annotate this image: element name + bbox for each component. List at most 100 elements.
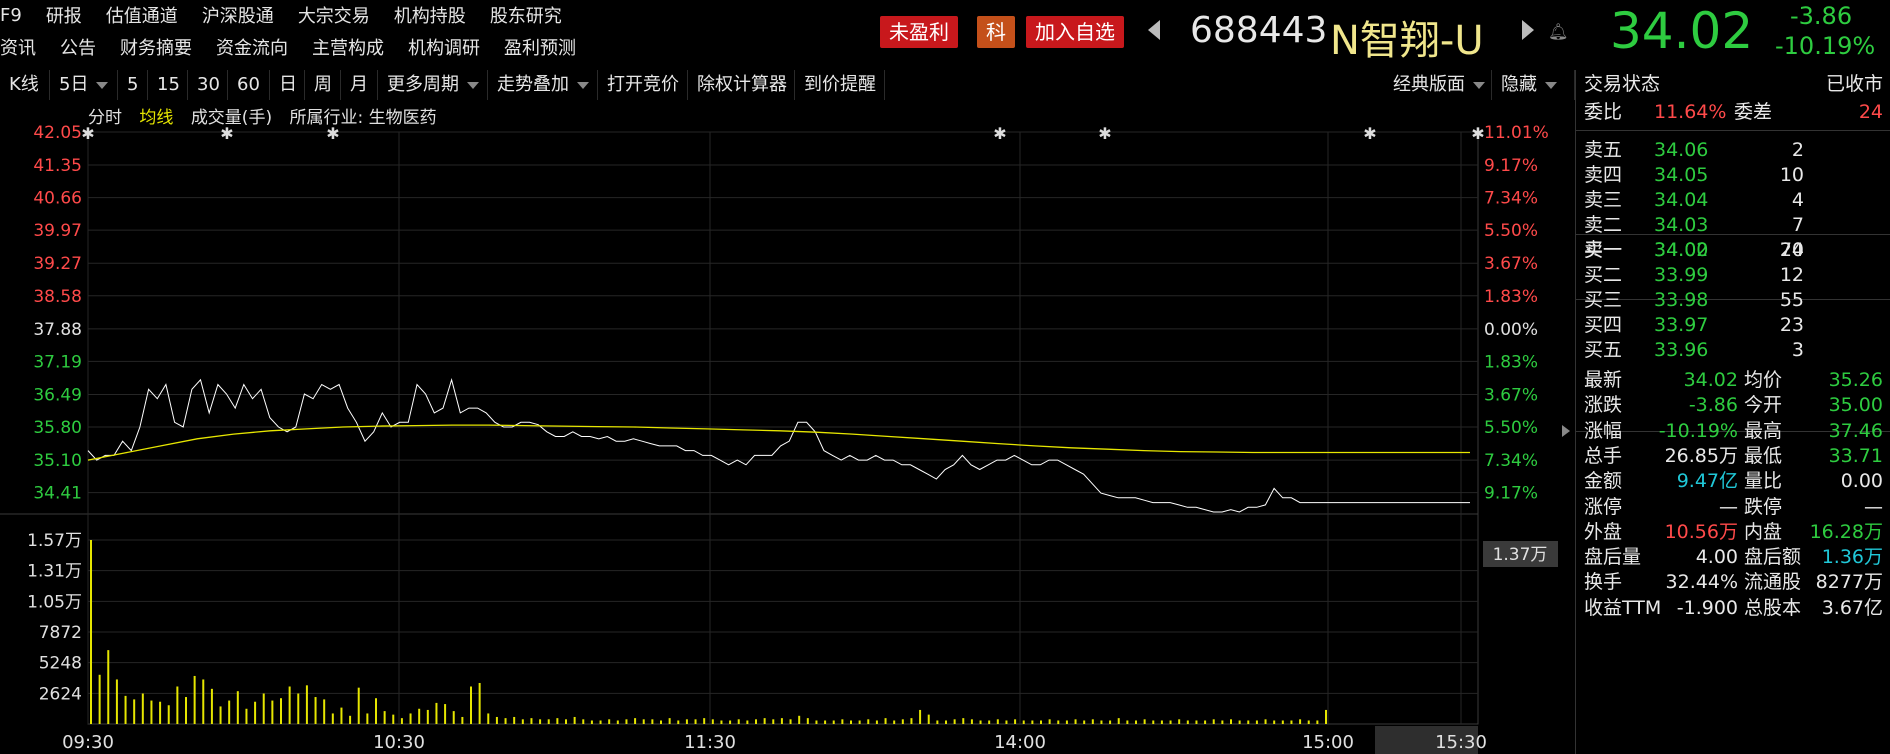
- toolbar-kline[interactable]: K线: [0, 70, 50, 100]
- stat-label: 内盘: [1744, 520, 1783, 543]
- nav-institution-survey[interactable]: 机构调研: [408, 34, 480, 60]
- stat-label: 盘后额: [1744, 546, 1802, 569]
- event-marker-icon[interactable]: ✱: [81, 124, 94, 143]
- toolbar-60min[interactable]: 60: [228, 70, 270, 100]
- bid-price: 33.97: [1654, 314, 1709, 336]
- bid-row: 买四 33.97 23: [1584, 311, 1883, 339]
- toolbar-open-auction[interactable]: 打开竞价: [598, 70, 688, 100]
- bid-price: 33.98: [1654, 289, 1709, 311]
- bid-row: 买五 33.96 3: [1584, 336, 1883, 364]
- ask-label: 卖四: [1584, 164, 1623, 186]
- time-tick-label: 15:00: [1302, 732, 1354, 753]
- nav-shareholder-research[interactable]: 股东研究: [490, 2, 562, 28]
- toolbar-hide-dropdown[interactable]: 隐藏: [1492, 70, 1575, 100]
- price-tick-label: 42.05: [33, 124, 82, 143]
- nav-connect[interactable]: 沪深股通: [202, 2, 274, 28]
- percent-tick-label: 9.17%: [1484, 156, 1538, 176]
- event-marker-icon[interactable]: ✱: [220, 124, 233, 143]
- stat-label: 涨跌: [1584, 394, 1623, 417]
- volume-tick-label: 2624: [39, 684, 82, 704]
- event-marker-icon[interactable]: ✱: [1471, 124, 1484, 143]
- event-marker-icon[interactable]: ✱: [993, 124, 1006, 143]
- stat-value: 0.00: [1840, 470, 1883, 493]
- nav-business-composition[interactable]: 主营构成: [312, 34, 384, 60]
- percent-tick-label: 3.67%: [1484, 385, 1538, 405]
- nav-research-report[interactable]: 研报: [46, 2, 82, 28]
- toolbar-30min[interactable]: 30: [188, 70, 228, 100]
- bid-row: 买二 33.99 12: [1584, 261, 1883, 289]
- bell-icon[interactable]: 🔔︎: [1548, 22, 1568, 41]
- toolbar-15min[interactable]: 15: [148, 70, 188, 100]
- bid-row: 买一 34.00 24: [1584, 236, 1883, 264]
- bid-volume: 12: [1779, 264, 1804, 286]
- percent-tick-label: 1.83%: [1484, 352, 1538, 372]
- ask-row: 卖二 34.03 7: [1584, 211, 1883, 239]
- nav-valuation-channel[interactable]: 估值通道: [106, 2, 178, 28]
- event-marker-icon[interactable]: ✱: [326, 124, 339, 143]
- nav-financial-summary[interactable]: 财务摘要: [120, 34, 192, 60]
- nav-capital-flow[interactable]: 资金流向: [216, 34, 288, 60]
- next-stock-arrow-icon[interactable]: [1522, 20, 1534, 40]
- toolbar-5min[interactable]: 5: [118, 70, 148, 100]
- prev-stock-arrow-icon[interactable]: [1148, 20, 1160, 40]
- stat-label: 金额: [1584, 470, 1623, 493]
- nav-institution-holding[interactable]: 机构持股: [394, 2, 466, 28]
- percent-tick-label: 1.83%: [1484, 287, 1538, 307]
- chart-toolbar: K线 5日 5 15 30 60 日 周 月 更多周期 走势叠加 打开竞价 除权…: [0, 70, 1575, 100]
- volume-tick-label: 7872: [39, 623, 82, 643]
- stat-label: 换手: [1584, 571, 1623, 594]
- ask-label: 卖二: [1584, 214, 1623, 236]
- order-diff-label: 委差: [1734, 101, 1773, 123]
- volume-tick-label: 5248: [39, 654, 82, 674]
- toolbar-day[interactable]: 日: [270, 70, 305, 100]
- stat-value: —: [1719, 495, 1738, 518]
- toolbar-more-periods[interactable]: 更多周期: [378, 70, 488, 100]
- time-tick-label: 11:30: [684, 732, 736, 753]
- toolbar-layout-dropdown[interactable]: 经典版面: [1384, 70, 1492, 100]
- toolbar-5day-dropdown[interactable]: 5日: [50, 70, 118, 100]
- chevron-down-icon: [1545, 81, 1557, 89]
- nav-profit-forecast[interactable]: 盈利预测: [504, 34, 576, 60]
- nav-block-trade[interactable]: 大宗交易: [298, 2, 370, 28]
- stat-label: 均价: [1744, 369, 1783, 391]
- toolbar-month[interactable]: 月: [341, 70, 378, 100]
- add-to-watchlist-button[interactable]: 加入自选: [1026, 16, 1124, 48]
- ask-label: 卖三: [1584, 189, 1623, 211]
- intraday-chart[interactable]: 42.05 11.01% 41.35 9.17% 40.66 7.34% 39.97 5.50…: [0, 124, 1575, 754]
- time-tick-label: 14:00: [994, 732, 1046, 753]
- bid-volume: 24: [1779, 239, 1804, 261]
- stat-value: 8277万: [1815, 571, 1883, 594]
- stat-label: 最新: [1584, 369, 1623, 391]
- stat-value: 37.46: [1828, 419, 1883, 442]
- price-tick-label: 35.10: [33, 451, 82, 471]
- price-tick-label: 39.97: [33, 221, 82, 241]
- order-ratio-label: 委比: [1584, 101, 1623, 123]
- price-tick-label: 39.27: [33, 254, 82, 274]
- expand-panel-arrow-icon[interactable]: [1562, 425, 1570, 437]
- stat-value: 35.26: [1828, 369, 1883, 391]
- stat-row: 收益TTM -1.900 总股本 3.67亿: [1584, 594, 1883, 622]
- chevron-down-icon: [1473, 81, 1485, 89]
- nav-news[interactable]: 资讯: [0, 34, 36, 60]
- toolbar-overlay[interactable]: 走势叠加: [488, 70, 598, 100]
- stock-name: N智翔-U: [1330, 18, 1484, 64]
- volume-tick-label: 1.31万: [27, 562, 82, 582]
- order-diff-value: 24: [1858, 101, 1883, 123]
- toolbar-ex-rights-calculator[interactable]: 除权计算器: [688, 70, 795, 100]
- nav-announcement[interactable]: 公告: [60, 34, 96, 60]
- stat-label: 涨停: [1584, 495, 1623, 518]
- ask-row: 卖四 34.05 10: [1584, 161, 1883, 189]
- bid-label: 买五: [1584, 339, 1623, 361]
- percent-tick-label: 9.17%: [1484, 484, 1538, 504]
- current-price: 34.02: [1610, 2, 1754, 60]
- stat-label: 跌停: [1744, 495, 1783, 518]
- price-tick-label: 36.49: [33, 385, 82, 405]
- event-marker-icon[interactable]: ✱: [1363, 124, 1376, 143]
- toolbar-week[interactable]: 周: [305, 70, 341, 100]
- toolbar-price-alert[interactable]: 到价提醒: [795, 70, 885, 100]
- ask-price: 34.06: [1654, 139, 1709, 161]
- nav-f9[interactable]: F9: [0, 5, 22, 26]
- stat-label: 最低: [1744, 444, 1783, 467]
- event-marker-icon[interactable]: ✱: [1098, 124, 1111, 143]
- time-tick-label: 09:30: [62, 732, 114, 753]
